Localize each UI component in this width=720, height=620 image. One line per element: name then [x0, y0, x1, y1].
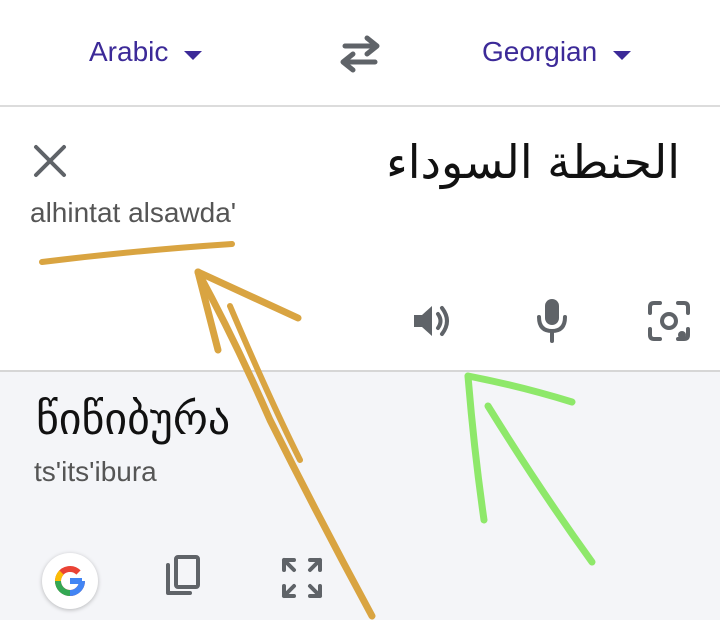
- voice-input-button[interactable]: [535, 297, 569, 348]
- source-transliteration: alhintat alsawda': [30, 197, 237, 228]
- source-text[interactable]: الحنطة السوداء: [386, 135, 680, 189]
- target-language-selector[interactable]: Georgian: [482, 32, 632, 72]
- speaker-icon: [414, 306, 449, 336]
- microphone-icon: [537, 299, 567, 343]
- source-language-label: Arabic: [89, 36, 169, 67]
- translation-output-panel: წიწიბურა ts'its'ibura: [0, 372, 720, 620]
- language-bar: Arabic Georgian: [0, 0, 720, 107]
- dropdown-caret-icon: [184, 50, 203, 60]
- translation-text: წიწიბურა: [36, 394, 231, 445]
- swap-languages-button[interactable]: [337, 34, 383, 74]
- expand-icon: [282, 558, 322, 598]
- swap-arrows-icon: [340, 35, 380, 73]
- copy-icon: [166, 555, 200, 595]
- close-icon: [34, 145, 66, 177]
- copy-translation-button[interactable]: [160, 553, 204, 601]
- translation-transliteration: ts'its'ibura: [34, 456, 157, 487]
- camera-lens-icon: [648, 301, 690, 341]
- source-language-selector[interactable]: Arabic: [89, 32, 203, 72]
- google-search-button[interactable]: [42, 553, 98, 609]
- camera-input-button[interactable]: [646, 299, 692, 348]
- listen-source-button[interactable]: [410, 301, 456, 346]
- source-input-panel: الحنطة السوداء alhintat alsawda': [0, 107, 720, 372]
- clear-input-button[interactable]: [30, 141, 70, 181]
- fullscreen-button[interactable]: [280, 556, 324, 600]
- target-language-label: Georgian: [482, 36, 598, 67]
- dropdown-caret-icon: [613, 50, 632, 60]
- google-g-icon: [54, 566, 85, 596]
